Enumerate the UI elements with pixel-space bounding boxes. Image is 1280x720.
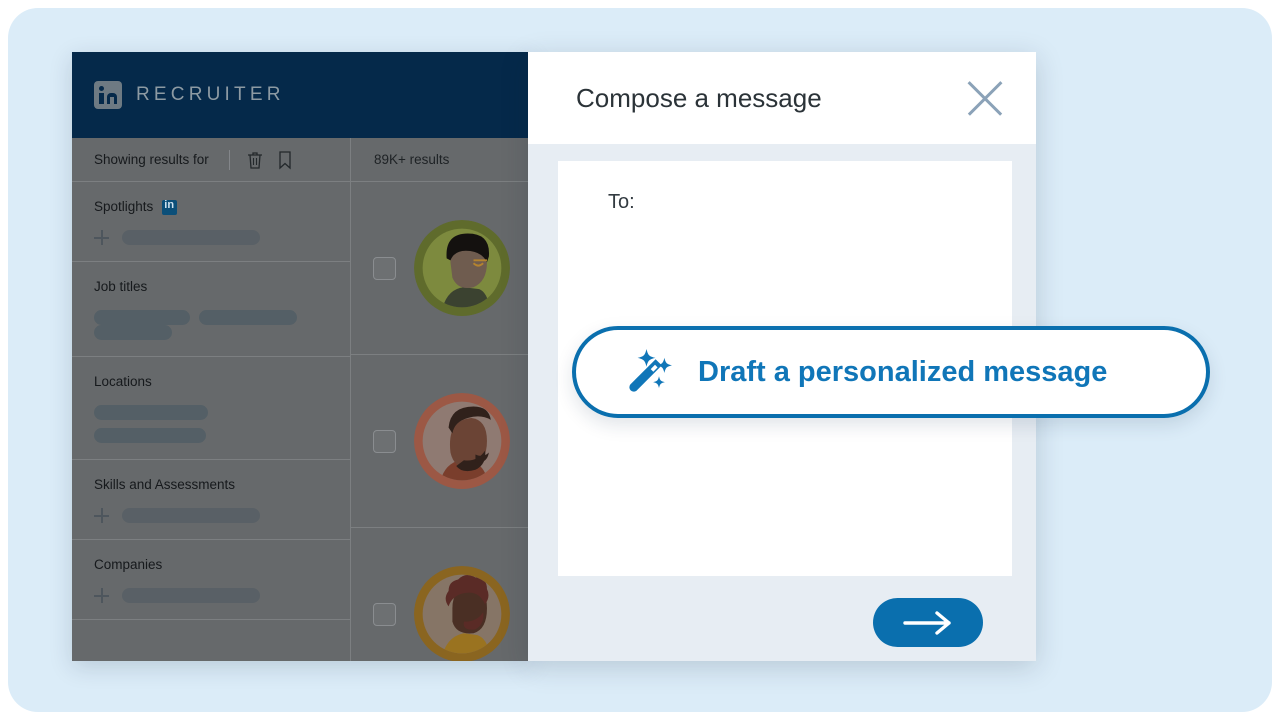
arrow-right-icon <box>903 610 951 635</box>
filters-sidebar: Spotlights Job titles Locations Skills and … <box>72 182 351 661</box>
cta-label: Draft a personalized message <box>698 355 1108 388</box>
trash-icon[interactable] <box>246 150 264 170</box>
filter-value-pill[interactable] <box>94 428 206 443</box>
filter-value-pill[interactable] <box>94 325 172 340</box>
filter-title-text: Locations <box>94 374 152 389</box>
filter-value-row <box>94 230 328 245</box>
filter-section: Spotlights <box>72 182 350 262</box>
filter-section: Locations <box>72 357 350 460</box>
bookmark-icon[interactable] <box>276 150 294 170</box>
avatar <box>414 566 510 661</box>
top-nav-bar: RECRUITER <box>72 52 532 138</box>
filter-value-row <box>94 405 328 443</box>
filter-section-title: Job titles <box>94 279 328 294</box>
filter-value-row <box>94 588 328 603</box>
filter-section: Job titles <box>72 262 350 357</box>
filter-value-pill[interactable] <box>94 310 190 325</box>
modal-header: Compose a message <box>528 52 1036 144</box>
avatar-illustration <box>414 220 510 316</box>
avatar-illustration <box>414 393 510 489</box>
results-toolbar: Showing results for 89K+ results <box>72 138 532 182</box>
showing-results-group: Showing results for <box>72 138 351 181</box>
filter-section-title: Skills and Assessments <box>94 477 328 492</box>
avatar <box>414 393 510 489</box>
app-body: Spotlights Job titles Locations Skills and … <box>72 182 532 661</box>
toolbar-divider <box>228 149 230 170</box>
results-list <box>351 182 532 661</box>
avatar <box>414 220 510 316</box>
add-filter-icon[interactable] <box>94 508 109 523</box>
send-row <box>558 576 1012 647</box>
add-filter-icon[interactable] <box>94 230 109 245</box>
filter-value-pill[interactable] <box>199 310 297 325</box>
recruiter-wordmark: RECRUITER <box>136 84 285 105</box>
avatar-illustration <box>414 566 510 661</box>
result-row[interactable] <box>351 182 532 355</box>
linkedin-badge-icon <box>162 198 178 215</box>
filter-value-row <box>94 508 328 523</box>
filter-value-pill[interactable] <box>122 230 260 245</box>
filter-section-title: Companies <box>94 557 328 572</box>
result-row[interactable] <box>351 355 532 528</box>
modal-title: Compose a message <box>576 82 822 113</box>
draft-personalized-message-button[interactable]: Draft a personalized message <box>572 326 1210 418</box>
close-icon[interactable] <box>958 71 1012 125</box>
add-filter-icon[interactable] <box>94 588 109 603</box>
magic-wand-sparkle-icon <box>629 349 672 392</box>
filter-section-title: Locations <box>94 374 328 389</box>
results-count: 89K+ results <box>374 152 450 167</box>
filter-value-pill[interactable] <box>94 405 208 420</box>
filter-value-row <box>94 325 328 340</box>
filter-section-title: Spotlights <box>94 198 328 215</box>
to-field-label: To: <box>608 191 635 213</box>
filter-value-row <box>94 310 328 325</box>
filter-value-pill[interactable] <box>122 588 260 603</box>
result-checkbox[interactable] <box>373 429 396 453</box>
send-button[interactable] <box>873 598 983 647</box>
result-checkbox[interactable] <box>373 602 396 626</box>
result-row[interactable] <box>351 528 532 661</box>
filter-section: Companies <box>72 540 350 620</box>
filter-title-text: Skills and Assessments <box>94 477 236 492</box>
result-checkbox[interactable] <box>373 256 396 280</box>
results-count-group: 89K+ results <box>351 138 532 181</box>
filter-section: Skills and Assessments <box>72 460 350 540</box>
showing-results-label: Showing results for <box>94 152 209 167</box>
filter-title-text: Companies <box>94 557 163 572</box>
filter-title-text: Job titles <box>94 279 148 294</box>
recruiter-app-window: RECRUITER Showing results for 89K+ resul… <box>72 52 532 661</box>
filter-title-text: Spotlights <box>94 199 154 214</box>
filter-value-pill[interactable] <box>122 508 260 523</box>
linkedin-logo-icon <box>94 81 122 109</box>
